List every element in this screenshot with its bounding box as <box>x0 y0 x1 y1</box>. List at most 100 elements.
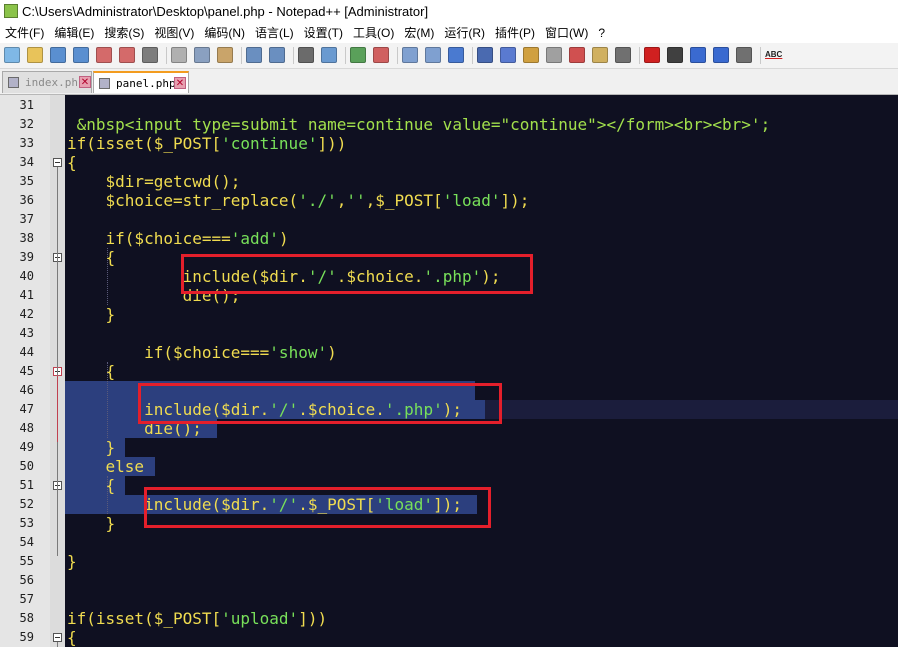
new-file-icon[interactable] <box>4 47 20 63</box>
line-number: 34 <box>19 155 34 169</box>
menu-item[interactable]: 文件(F) <box>0 23 49 43</box>
close-all-icon[interactable] <box>119 47 135 63</box>
menu-item[interactable]: 窗口(W) <box>540 23 593 43</box>
code-line[interactable]: { <box>67 476 116 495</box>
code-token: } <box>67 438 116 457</box>
toolbar: ABC <box>0 43 898 69</box>
code-token: 'load' <box>442 191 501 210</box>
save-macro-icon[interactable] <box>736 47 752 63</box>
code-line[interactable]: if($choice==='add') <box>67 229 289 248</box>
code-line[interactable]: else <box>67 457 145 476</box>
line-number: 59 <box>19 630 34 644</box>
fold-line <box>57 376 58 442</box>
notepadpp-app-icon <box>4 4 18 18</box>
record-macro-icon[interactable] <box>644 47 660 63</box>
doc-map-icon[interactable] <box>546 47 562 63</box>
tab-label: panel.php <box>116 77 176 90</box>
code-line[interactable]: if($choice==='show') <box>67 343 337 362</box>
menu-item[interactable]: 运行(R) <box>439 23 490 43</box>
toolbar-separator <box>472 47 473 64</box>
tab-label: index.php <box>25 76 85 89</box>
fold-line <box>57 642 58 647</box>
code-line[interactable]: { <box>67 362 116 381</box>
print-icon[interactable] <box>142 47 158 63</box>
copy-icon[interactable] <box>194 47 210 63</box>
toolbar-separator <box>293 47 294 64</box>
code-token: { <box>67 248 116 267</box>
play-macro-icon[interactable] <box>690 47 706 63</box>
sync-horizontal-icon[interactable] <box>425 47 441 63</box>
line-number: 53 <box>19 516 34 530</box>
stop-macro-icon[interactable] <box>667 47 683 63</box>
line-number: 45 <box>19 364 34 378</box>
code-token: if($choice=== <box>67 343 270 362</box>
menu-item[interactable]: 语言(L) <box>250 23 299 43</box>
code-line[interactable]: $dir=getcwd(); <box>67 172 241 191</box>
code-token: { <box>67 362 116 381</box>
menu-item[interactable]: 设置(T) <box>299 23 348 43</box>
menu-item[interactable]: 视图(V) <box>149 23 199 43</box>
line-number: 57 <box>19 592 34 606</box>
indent-guide-icon[interactable] <box>500 47 516 63</box>
toolbar-separator <box>241 47 242 64</box>
sync-vertical-icon[interactable] <box>402 47 418 63</box>
replace-icon[interactable] <box>321 47 337 63</box>
code-line[interactable]: } <box>67 305 116 324</box>
menu-item[interactable]: 编码(N) <box>199 23 250 43</box>
code-line[interactable]: { <box>67 153 77 172</box>
code-line[interactable]: } <box>67 438 116 457</box>
close-icon[interactable] <box>96 47 112 63</box>
code-line[interactable]: } <box>67 514 116 533</box>
code-token: $dir=getcwd(); <box>67 172 241 191</box>
function-list-icon[interactable] <box>569 47 585 63</box>
spellcheck-icon[interactable]: ABC <box>765 47 785 63</box>
paste-icon[interactable] <box>217 47 233 63</box>
code-line[interactable]: if(isset($_POST['continue'])) <box>67 134 346 153</box>
line-number: 43 <box>19 326 34 340</box>
code-line[interactable]: } <box>67 552 77 571</box>
line-number-gutter: 31 32 33 34 35 36 37 38 39 40 41 42 43 44 45 46 47 48 49 50… <box>0 95 50 647</box>
close-tab-icon[interactable]: ✕ <box>79 76 91 88</box>
folder-workspace-icon[interactable] <box>592 47 608 63</box>
menu-item[interactable]: 工具(O) <box>348 23 399 43</box>
fold-toggle-icon[interactable] <box>53 158 62 167</box>
zoom-out-icon[interactable] <box>373 47 389 63</box>
code-line[interactable]: &nbsp<input type=submit name=continue va… <box>67 115 771 134</box>
show-all-chars-icon[interactable] <box>477 47 493 63</box>
tab-index-php[interactable]: index.php ✕ <box>2 71 92 93</box>
zoom-in-icon[interactable] <box>350 47 366 63</box>
udl-icon[interactable] <box>523 47 539 63</box>
window-title: C:\Users\Administrator\Desktop\panel.php… <box>22 4 429 19</box>
save-icon[interactable] <box>50 47 66 63</box>
menu-item[interactable]: 宏(M) <box>399 23 439 43</box>
open-file-icon[interactable] <box>27 47 43 63</box>
code-line[interactable]: { <box>67 248 116 267</box>
fold-toggle-icon[interactable] <box>53 633 62 642</box>
code-line[interactable]: if(isset($_POST['upload'])) <box>67 609 327 628</box>
redo-icon[interactable] <box>269 47 285 63</box>
line-number: 40 <box>19 269 34 283</box>
save-all-icon[interactable] <box>73 47 89 63</box>
tab-panel-php[interactable]: panel.php ✕ <box>93 71 189 93</box>
code-editor[interactable]: 31 32 33 34 35 36 37 38 39 40 41 42 43 44 45 46 47 48 49 50… <box>0 95 898 647</box>
word-wrap-icon[interactable] <box>448 47 464 63</box>
run-macro-multiple-icon[interactable] <box>713 47 729 63</box>
highlight-annotation-box <box>138 383 502 424</box>
cut-icon[interactable] <box>171 47 187 63</box>
toolbar-separator <box>760 47 761 64</box>
menu-item[interactable]: 搜索(S) <box>99 23 149 43</box>
menu-bar: 文件(F) 编辑(E) 搜索(S) 视图(V) 编码(N) 语言(L) 设置(T) 工具(O)… <box>0 23 898 43</box>
code-line[interactable]: { <box>67 628 77 647</box>
toolbar-separator <box>397 47 398 64</box>
menu-item[interactable]: 编辑(E) <box>49 23 99 43</box>
code-line[interactable]: $choice=str_replace('./','',$_POST['load… <box>67 191 530 210</box>
menu-item[interactable]: 插件(P) <box>490 23 540 43</box>
code-token: { <box>67 476 116 495</box>
line-number: 51 <box>19 478 34 492</box>
line-number: 31 <box>19 98 34 112</box>
find-icon[interactable] <box>298 47 314 63</box>
monitor-icon[interactable] <box>615 47 631 63</box>
menu-item[interactable]: ? <box>593 23 610 43</box>
close-tab-icon[interactable]: ✕ <box>174 77 186 89</box>
undo-icon[interactable] <box>246 47 262 63</box>
